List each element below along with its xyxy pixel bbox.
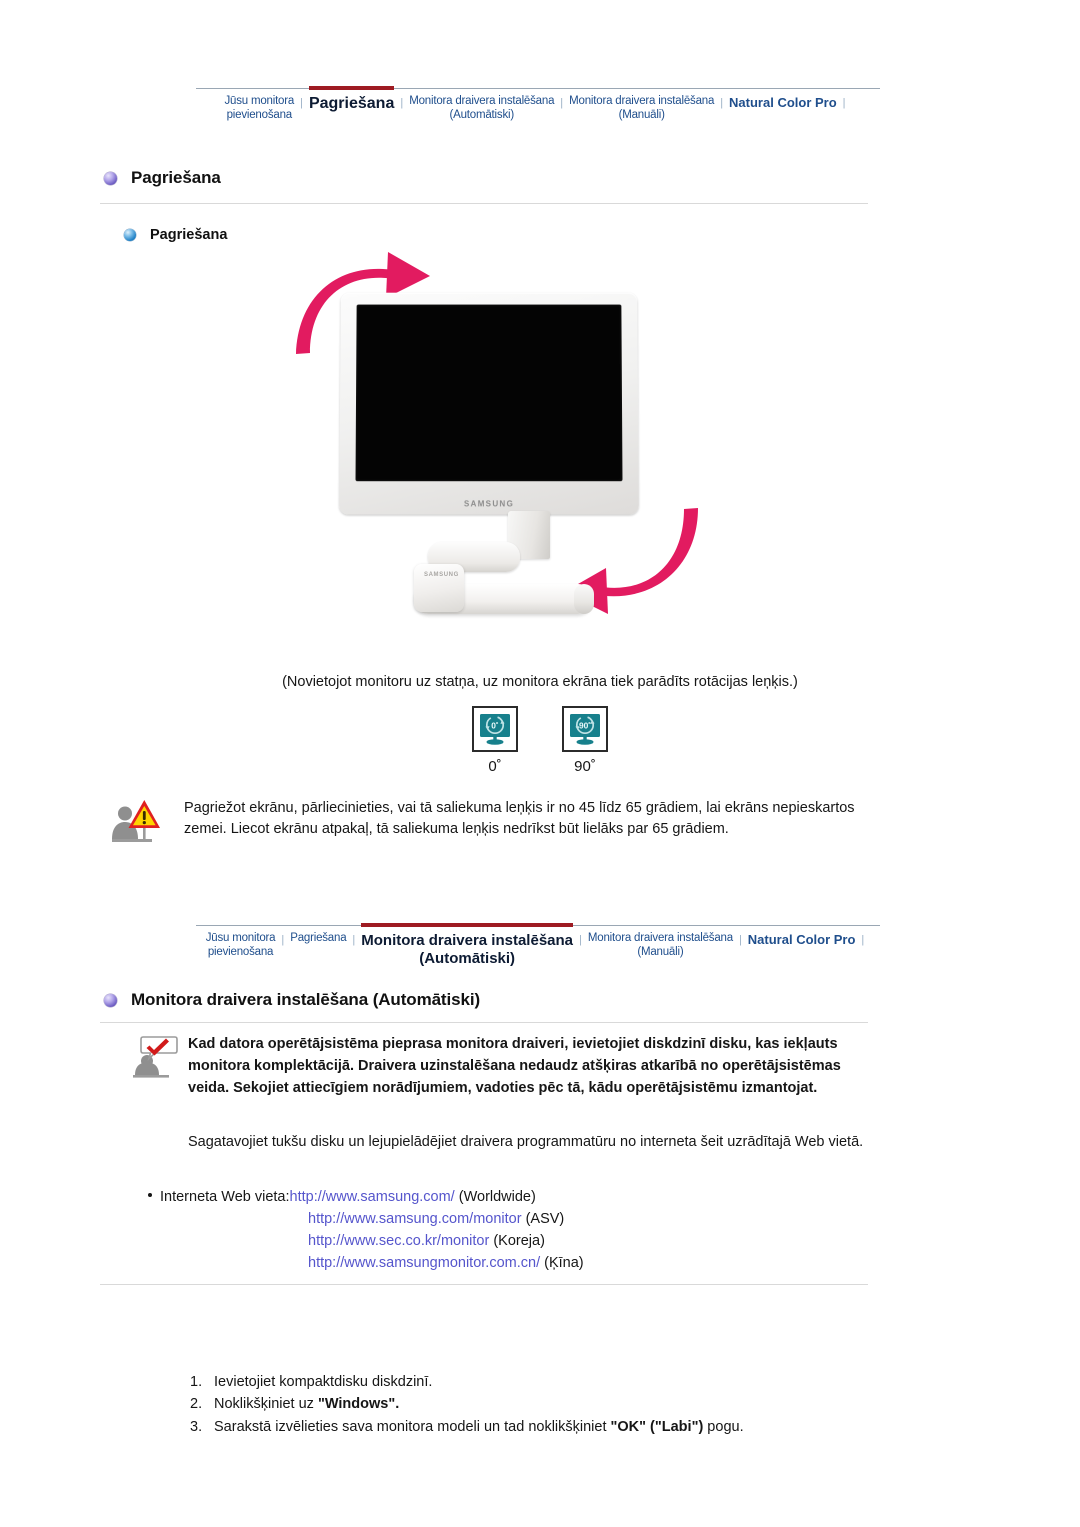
section-subtitle-label: Pagriešana <box>150 227 228 243</box>
rotation-angle-cell-2: 90˚ 90˚ <box>562 706 608 775</box>
install-step-1: 1. Ievietojiet kompaktdisku diskdzinī. <box>190 1371 880 1393</box>
divider-3 <box>100 1284 868 1285</box>
nav-item-4[interactable]: Monitora draivera instalēšana (Manuāli) <box>588 926 733 959</box>
document-page: Jūsu monitora pievienošana | Pagriešana | Mo… <box>0 0 1080 1527</box>
illustration-caption: (Novietojot monitoru uz statņa, uz monit… <box>282 674 798 690</box>
install-step-text: Ievietojiet kompaktdisku diskdzinī. <box>214 1374 433 1390</box>
monitor-screen <box>355 304 623 482</box>
rotation-angle-label-1: 0˚ <box>488 758 502 775</box>
nav-separator: | <box>352 934 356 946</box>
install-steps-list: 1. Ievietojiet kompaktdisku diskdzinī. 2. N… <box>190 1371 880 1438</box>
web-link-row-4[interactable]: http://www.samsungmonitor.com.cn/ (Ķīna) <box>148 1252 888 1274</box>
blue-sphere-bullet-icon <box>124 229 136 241</box>
nav-item-1[interactable]: Jūsu monitora pievienošana <box>224 89 294 122</box>
nav-active-indicator <box>308 86 395 90</box>
note-text: Kad datora operētājsistēma pieprasa moni… <box>188 1036 841 1096</box>
install-step-text: Sarakstā izvēlieties sava monitora model… <box>214 1418 744 1435</box>
nav-separator: | <box>720 97 724 109</box>
monitor-rotation-icon-2: 90˚ <box>562 706 608 752</box>
rotation-angle-cell-1: 0˚ 0˚ <box>472 706 518 775</box>
note-callout: Kad datora operētājsistēma pieprasa moni… <box>130 1034 870 1099</box>
nav-item-2[interactable]: Pagriešana <box>308 86 395 114</box>
install-step-number: 1. <box>190 1374 203 1390</box>
warning-text: Pagriežot ekrānu, pārliecinieties, vai t… <box>184 800 855 838</box>
nav-item-label: Jūsu monitora pievienošana <box>224 95 295 121</box>
nav-item-label: Monitora draivera instalēšana (Automātis… <box>361 932 574 967</box>
web-link-url[interactable]: http://www.sec.co.kr/monitor <box>308 1233 489 1249</box>
nav-separator: | <box>400 97 404 109</box>
nav-item-3[interactable]: Monitora draivera instalēšana (Automātis… <box>409 89 554 122</box>
rotation-angle-label-2: 90˚ <box>574 758 596 775</box>
warning-person-icon <box>108 798 184 853</box>
nav-item-label: Jūsu monitora pievienošana <box>205 932 276 958</box>
web-link-url[interactable]: http://www.samsung.com/ <box>290 1189 455 1205</box>
web-link-region: (Koreja) <box>489 1233 545 1250</box>
list-bullet-icon <box>148 1193 152 1197</box>
nav-separator-end: | <box>861 934 865 946</box>
section-title-driver-label: Monitora draivera instalēšana (Automātis… <box>131 990 481 1009</box>
monitor-base-cap <box>574 584 594 614</box>
web-links-label: Interneta Web vieta: <box>160 1189 290 1205</box>
nav-item-1[interactable]: Jūsu monitora pievienošana <box>206 926 276 959</box>
nav-active-indicator <box>361 923 574 927</box>
nav-separator-end: | <box>842 97 846 109</box>
install-step-text: Noklikšķiniet uz "Windows". <box>214 1396 400 1413</box>
purple-sphere-bullet-icon <box>104 171 117 185</box>
purple-sphere-bullet-icon-2 <box>104 993 117 1007</box>
nav-separator: | <box>738 934 742 946</box>
web-link-url[interactable]: http://www.samsungmonitor.com.cn/ <box>308 1255 540 1271</box>
monitor-base-brand-label: SAMSUNG <box>424 572 459 578</box>
nav-item-5[interactable]: Natural Color Pro <box>748 926 856 947</box>
install-step-emphasis: "Windows". <box>317 1396 400 1413</box>
nav-separator: | <box>281 934 285 946</box>
web-link-row-3[interactable]: http://www.sec.co.kr/monitor (Koreja) <box>148 1230 888 1252</box>
driver-paragraph: Sagatavojiet tukšu disku un lejupielādēj… <box>188 1134 864 1150</box>
web-link-region: (Ķīna) <box>540 1255 584 1272</box>
rotation-angle-icons: 0˚ 0˚ 90˚ 90˚ <box>0 706 1080 775</box>
svg-text:0˚: 0˚ <box>491 720 499 730</box>
monitor-brand-label: SAMSUNG <box>463 499 515 509</box>
note-person-icon <box>130 1034 188 1087</box>
nav-item-label: Monitora draivera instalēšana (Manuāli) <box>587 932 733 958</box>
install-step-emphasis: "OK" ("Labi") <box>610 1418 704 1435</box>
nav-separator: | <box>300 97 303 109</box>
install-step-2: 2. Noklikšķiniet uz "Windows". <box>190 1393 880 1415</box>
nav-item-label: Monitora draivera instalēšana (Automātis… <box>409 95 555 121</box>
page-title-label: Pagriešana <box>131 168 221 187</box>
divider <box>100 203 868 204</box>
breadcrumb-nav-top[interactable]: Jūsu monitora pievienošana | Pagriešana | Mo… <box>196 86 880 122</box>
nav-separator: | <box>579 934 582 946</box>
web-links-list[interactable]: Interneta Web vieta:http://www.samsung.c… <box>148 1186 888 1274</box>
web-link-region: (ASV) <box>521 1211 565 1228</box>
nav-item-4[interactable]: Monitora draivera instalēšana (Manuāli) <box>569 89 714 122</box>
install-step-number: 3. <box>190 1418 203 1435</box>
monitor-rotation-icon-1: 0˚ <box>472 706 518 752</box>
monitor-bezel: SAMSUNG <box>339 292 639 515</box>
web-link-url[interactable]: http://www.samsung.com/monitor <box>308 1211 522 1227</box>
nav-item-label: Pagriešana <box>290 932 347 944</box>
web-link-region: (Worldwide) <box>454 1189 536 1205</box>
install-step-3: 3. Sarakstā izvēlieties sava monitora mod… <box>190 1416 880 1438</box>
nav-item-label: Pagriešana <box>308 95 395 112</box>
install-step-number: 2. <box>190 1396 203 1413</box>
nav-item-2[interactable]: Pagriešana <box>290 926 346 946</box>
section-subtitle-rotate: Pagriešana <box>124 227 227 243</box>
nav-separator: | <box>560 97 564 109</box>
nav-item-label: Monitora draivera instalēšana (Manuāli) <box>569 95 715 121</box>
web-link-row-1[interactable]: Interneta Web vieta:http://www.samsung.c… <box>148 1186 888 1208</box>
breadcrumb-nav-bottom[interactable]: Jūsu monitora pievienošana | Pagriešana | Mo… <box>196 923 880 967</box>
section-title-driver: Monitora draivera instalēšana (Automātis… <box>104 990 480 1010</box>
divider-2 <box>100 1022 868 1023</box>
warning-callout: Pagriežot ekrānu, pārliecinieties, vai t… <box>108 798 868 853</box>
nav-item-3[interactable]: Monitora draivera instalēšana (Automātis… <box>361 923 574 967</box>
nav-item-label: Natural Color Pro <box>747 932 856 947</box>
nav-item-label: Natural Color Pro <box>729 95 837 110</box>
svg-text:90˚: 90˚ <box>579 720 591 730</box>
monitor-illustration: SAMSUNG SAMSUNG <box>296 252 698 622</box>
page-title: Pagriešana <box>104 168 221 188</box>
web-link-row-2[interactable]: http://www.samsung.com/monitor (ASV) <box>148 1208 888 1230</box>
nav-item-5[interactable]: Natural Color Pro <box>729 89 837 110</box>
